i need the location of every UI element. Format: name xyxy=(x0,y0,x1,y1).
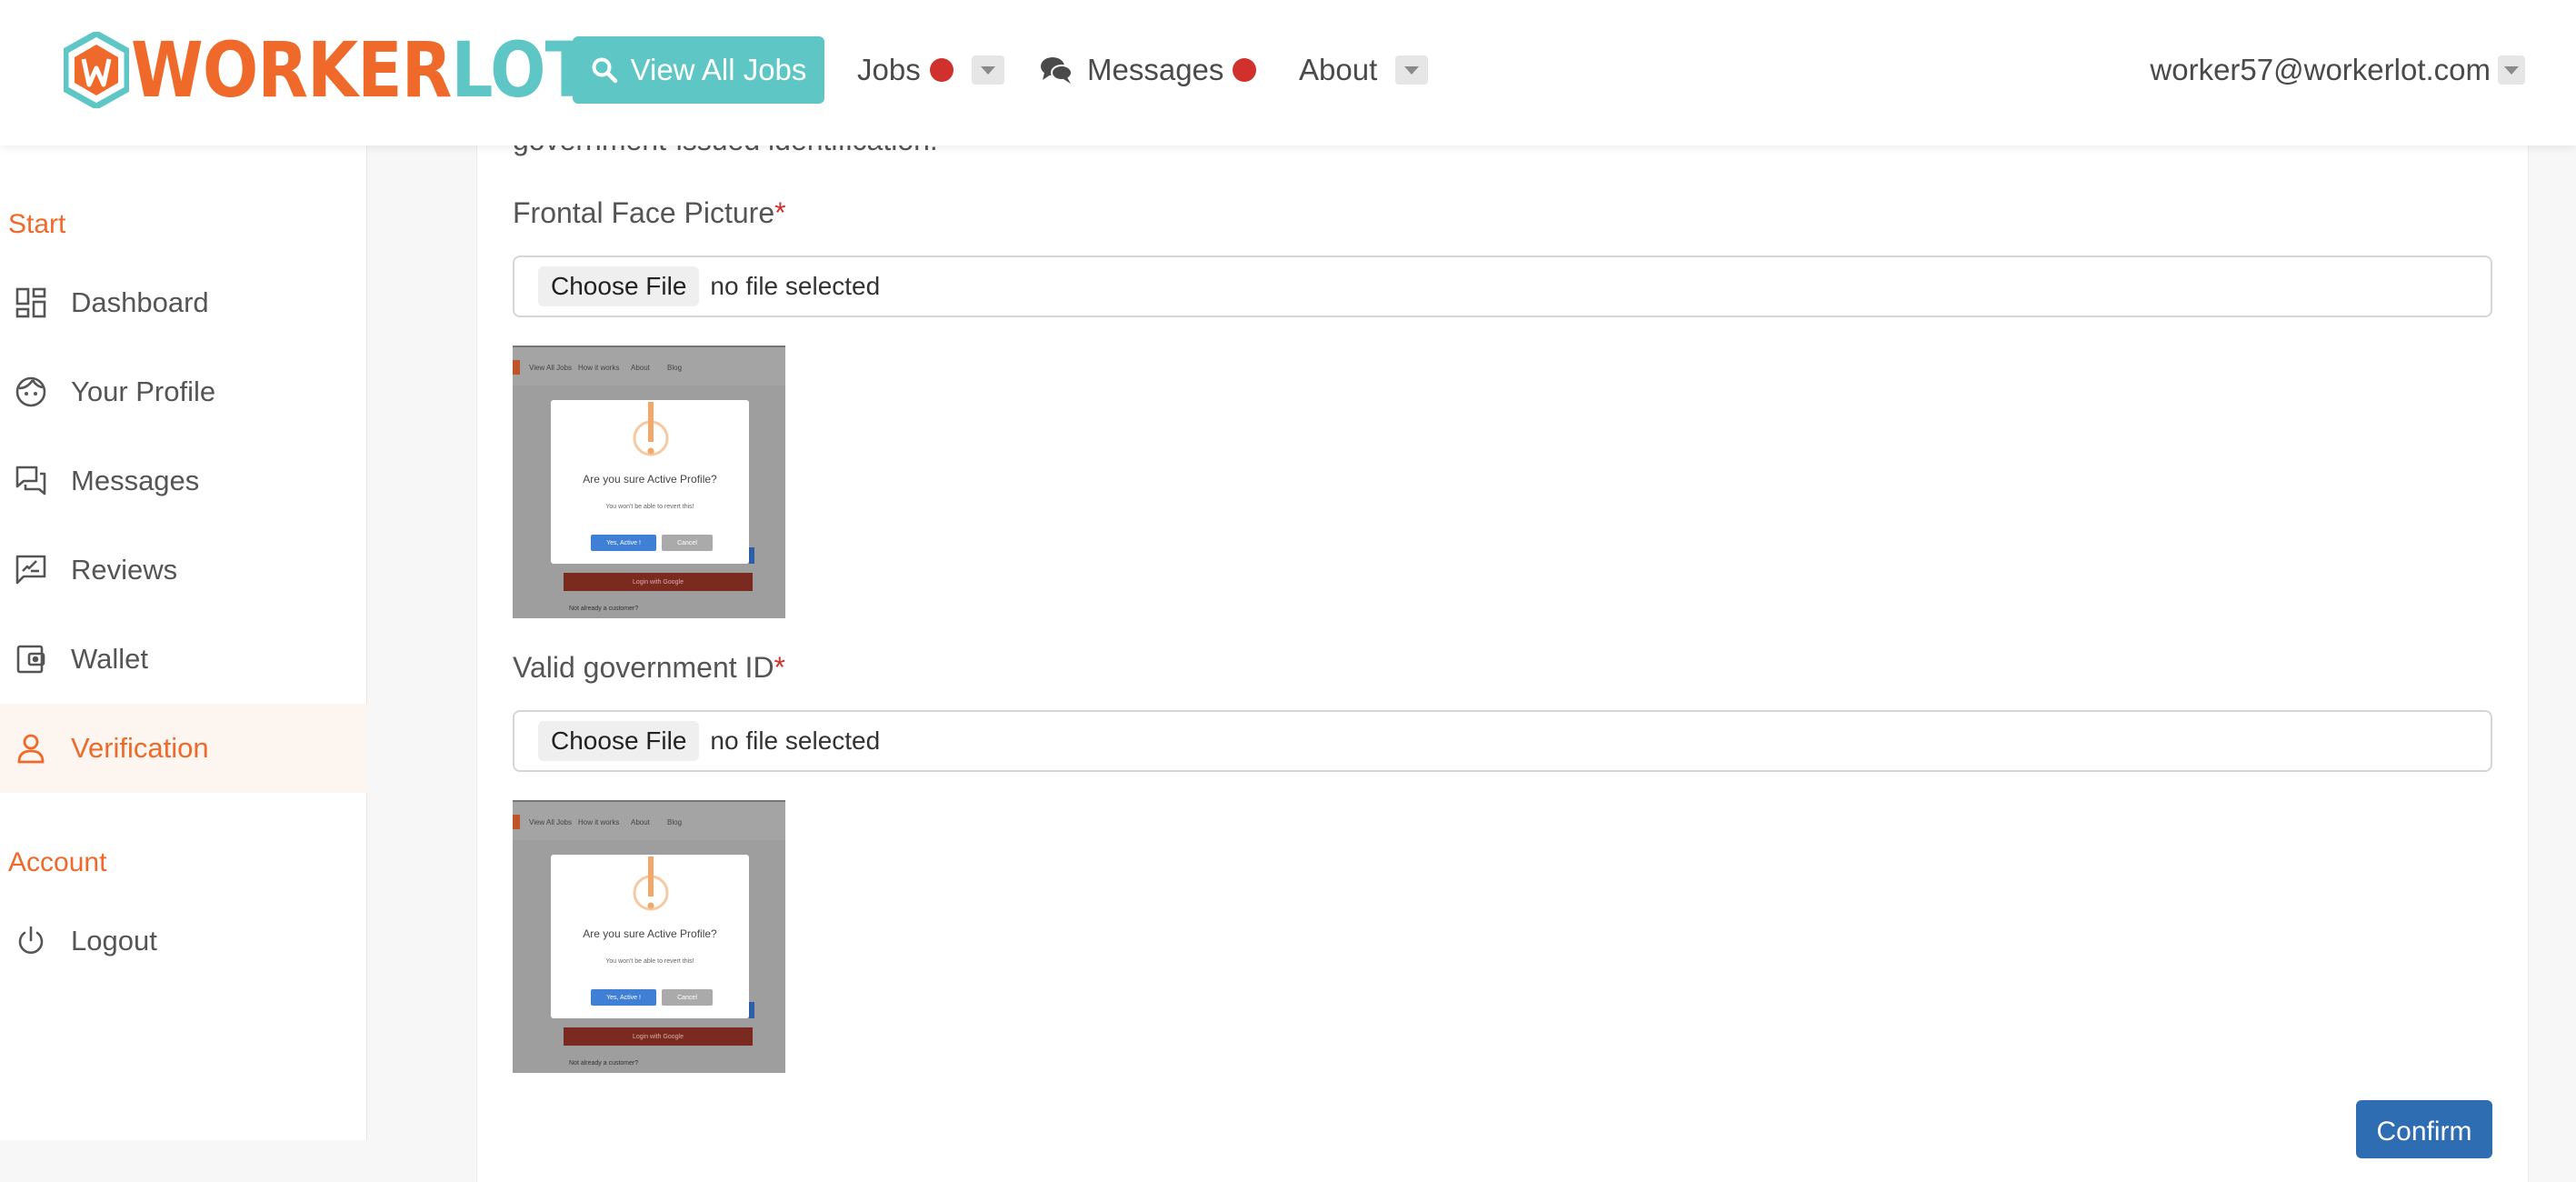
preview-dialog: Are you sure Active Profile? You won't b… xyxy=(551,400,749,564)
notification-dot xyxy=(929,58,954,82)
nav-messages[interactable]: Messages xyxy=(1040,47,1257,93)
warning-icon xyxy=(633,402,669,456)
preview-navbar: View All Jobs How it works About Blog xyxy=(513,346,785,386)
sidebar-item-label: Your Profile xyxy=(71,376,216,407)
chevron-down-icon[interactable] xyxy=(971,55,1004,85)
search-icon xyxy=(592,57,617,84)
sidebar-item-label: Verification xyxy=(71,732,209,764)
sidebar-item-logout[interactable]: Logout xyxy=(0,897,367,986)
sidebar-item-label: Wallet xyxy=(71,643,148,675)
sidebar: Start Dashboard Your Profile Messages Re… xyxy=(0,145,367,1140)
sidebar-item-label: Dashboard xyxy=(71,286,209,318)
sidebar-item-label: Reviews xyxy=(71,554,178,586)
nav-messages-label: Messages xyxy=(1087,53,1224,86)
chevron-down-icon[interactable] xyxy=(2498,55,2525,85)
comments-icon xyxy=(1041,57,1073,84)
wallet-icon xyxy=(15,643,47,676)
sidebar-item-reviews[interactable]: Reviews xyxy=(0,526,367,615)
nav-jobs-label: Jobs xyxy=(857,53,921,86)
required-mark: * xyxy=(774,651,785,684)
government-id-preview: View All Jobs How it works About Blog Ar… xyxy=(513,800,785,1073)
confirm-button[interactable]: Confirm xyxy=(2356,1100,2492,1158)
review-icon xyxy=(15,554,47,586)
sidebar-item-wallet[interactable]: Wallet xyxy=(0,615,367,704)
nav-about[interactable]: About xyxy=(1299,47,1429,93)
frontal-face-file-input[interactable]: Choose File no file selected xyxy=(513,255,2492,317)
sidebar-section-account: Account xyxy=(8,847,107,877)
choose-file-button[interactable]: Choose File xyxy=(538,266,700,306)
sidebar-item-dashboard[interactable]: Dashboard xyxy=(0,258,367,347)
view-all-jobs-button[interactable]: View All Jobs xyxy=(573,36,824,104)
chevron-down-icon[interactable] xyxy=(1395,55,1429,85)
nav-jobs[interactable]: Jobs xyxy=(857,47,1004,93)
frontal-face-preview: View All Jobs How it works About Blog Ar… xyxy=(513,346,785,618)
user-email: worker57@workerlot.com xyxy=(2150,53,2491,86)
view-all-jobs-label: View All Jobs xyxy=(630,53,807,86)
required-mark: * xyxy=(774,196,786,229)
power-icon xyxy=(15,925,47,957)
sidebar-item-label: Logout xyxy=(71,925,157,957)
sidebar-item-your-profile[interactable]: Your Profile xyxy=(0,347,367,436)
user-menu[interactable]: worker57@workerlot.com xyxy=(2150,47,2525,93)
chat-icon xyxy=(15,465,47,497)
user-icon xyxy=(15,732,47,765)
sidebar-item-label: Messages xyxy=(71,465,200,496)
file-status: no file selected xyxy=(710,272,881,300)
preview-navbar: View All Jobs How it works About Blog xyxy=(513,800,785,840)
sidebar-section-start: Start xyxy=(8,209,66,239)
top-navbar: WORKERLOT View All Jobs Jobs Messages Ab… xyxy=(0,0,2576,145)
government-id-label: Valid government ID* xyxy=(513,651,785,684)
warning-icon xyxy=(633,856,669,911)
notification-dot xyxy=(1233,58,1257,82)
sidebar-item-verification[interactable]: Verification xyxy=(0,704,367,793)
frontal-face-label: Frontal Face Picture* xyxy=(513,196,786,229)
preview-dialog: Are you sure Active Profile? You won't b… xyxy=(551,855,749,1018)
logo-wordmark: WORKERLOT xyxy=(131,25,590,115)
choose-file-button[interactable]: Choose File xyxy=(538,721,700,761)
face-icon xyxy=(15,376,47,408)
government-id-file-input[interactable]: Choose File no file selected xyxy=(513,710,2492,772)
file-status: no file selected xyxy=(710,726,881,755)
nav-about-label: About xyxy=(1299,53,1378,86)
workerlot-logo-icon xyxy=(64,32,129,108)
dashboard-icon xyxy=(15,286,47,319)
sidebar-item-messages[interactable]: Messages xyxy=(0,436,367,526)
